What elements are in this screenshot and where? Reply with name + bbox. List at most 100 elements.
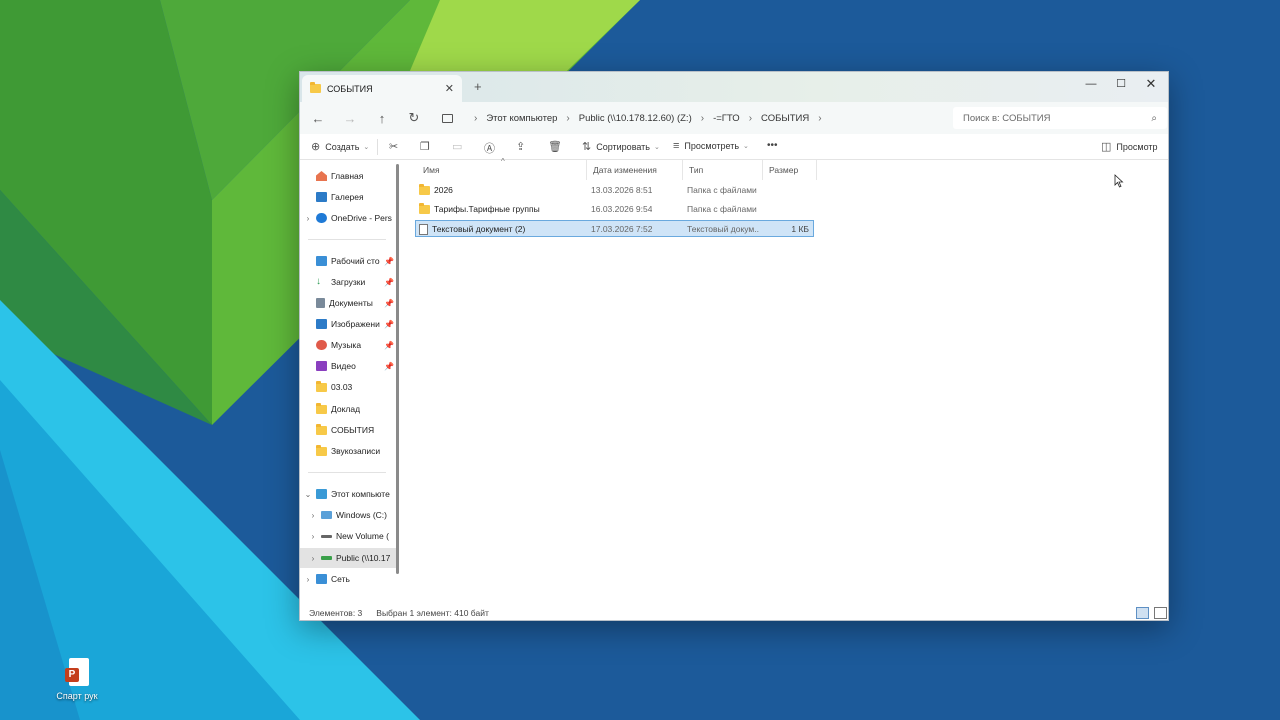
column-header-size[interactable]: Размер: [763, 160, 817, 180]
create-label: Создать: [325, 141, 360, 152]
pin-icon[interactable]: 📌: [384, 362, 394, 371]
column-header-date[interactable]: Дата изменения: [587, 160, 683, 180]
sidebar-item-network[interactable]: › Сеть: [300, 569, 396, 589]
desktop-icon-label: Спарт рук: [56, 691, 98, 701]
documents-icon: [316, 298, 325, 308]
preview-pane-button[interactable]: ◫ Просмотр: [1101, 140, 1158, 153]
new-tab-button[interactable]: +: [474, 79, 482, 94]
sidebar-item-this-pc[interactable]: ⌄ Этот компьюте: [300, 484, 396, 504]
music-icon: [316, 340, 327, 350]
create-button[interactable]: ⊕ Создать ⌄: [311, 140, 369, 153]
computer-icon: [442, 113, 453, 123]
column-header-name[interactable]: Имя: [417, 160, 587, 180]
details-view-button[interactable]: [1136, 607, 1149, 619]
maximize-button[interactable]: ☐: [1106, 74, 1136, 94]
powerpoint-file-icon: P: [65, 658, 89, 688]
sidebar-item-downloads[interactable]: ↓ Загрузки 📌: [300, 272, 396, 292]
chevron-right-icon[interactable]: ›: [305, 532, 321, 541]
view-button[interactable]: ≡ Просмотреть ⌄: [673, 140, 749, 152]
forward-arrow-icon[interactable]: →: [334, 111, 366, 126]
folder-icon: [316, 402, 327, 414]
sidebar-item-gallery[interactable]: Галерея: [300, 187, 396, 207]
chevron-right-icon[interactable]: ›: [818, 113, 821, 124]
sidebar-item-music[interactable]: Музыка 📌: [300, 335, 396, 355]
copy-icon[interactable]: ❐: [420, 140, 430, 153]
sidebar-scrollbar[interactable]: [396, 164, 399, 574]
address-bar: ← → ↑ ↻ › Этот компьютер › Public (\\10.…: [300, 102, 1168, 134]
sidebar-item-public-drive[interactable]: › Public (\\10.17: [300, 548, 396, 568]
tiles-view-button[interactable]: [1154, 607, 1167, 619]
sidebar-item-new-volume[interactable]: › New Volume (: [300, 526, 396, 546]
chevron-down-icon: ⌄: [743, 143, 749, 150]
chevron-right-icon[interactable]: ›: [300, 214, 316, 223]
breadcrumb[interactable]: › Этот компьютер › Public (\\10.178.12.6…: [438, 107, 946, 129]
mouse-cursor-icon: [1114, 174, 1124, 188]
selection-info: Выбран 1 элемент: 410 байт: [376, 608, 489, 618]
sort-button[interactable]: ⇅ Сортировать ⌄: [582, 140, 660, 153]
sort-label: Сортировать: [596, 141, 650, 152]
sidebar-item-sobytiya[interactable]: СОБЫТИЯ: [300, 420, 396, 440]
tab-close-icon[interactable]: ✕: [445, 82, 454, 95]
table-row-selected[interactable]: Текстовый документ (2) 17.03.2026 7:52 Т…: [415, 220, 814, 237]
table-row[interactable]: Тарифы.Тарифные группы 16.03.2026 9:54 П…: [415, 201, 814, 218]
chevron-right-icon[interactable]: ›: [474, 113, 477, 124]
close-button[interactable]: ✕: [1136, 74, 1166, 94]
sidebar-item-onedrive[interactable]: › OneDrive - Pers: [300, 208, 396, 228]
status-bar: Элементов: 3 Выбран 1 элемент: 410 байт: [300, 604, 1168, 620]
chevron-right-icon[interactable]: ›: [566, 113, 569, 124]
pin-icon[interactable]: 📌: [384, 341, 394, 350]
chevron-right-icon[interactable]: ›: [749, 113, 752, 124]
chevron-down-icon[interactable]: ⌄: [300, 490, 316, 499]
search-icon: ⌕: [1151, 112, 1157, 124]
chevron-right-icon[interactable]: ›: [305, 511, 321, 520]
sidebar-item-pictures[interactable]: Изображени 📌: [300, 314, 396, 334]
chevron-right-icon[interactable]: ›: [305, 554, 321, 563]
preview-label: Просмотр: [1116, 141, 1158, 152]
folder-icon: [316, 380, 327, 392]
table-row[interactable]: 2026 13.03.2026 8:51 Папка с файлами: [415, 182, 814, 199]
sidebar-item-desktop[interactable]: Рабочий сто 📌: [300, 251, 396, 271]
minimize-button[interactable]: —: [1076, 74, 1106, 94]
rename-icon[interactable]: Ⓐ: [484, 140, 495, 156]
column-header-type[interactable]: Тип: [683, 160, 763, 180]
refresh-icon[interactable]: ↻: [398, 110, 430, 126]
home-icon: [316, 171, 327, 181]
onedrive-cloud-icon: [316, 213, 327, 223]
pin-icon[interactable]: 📌: [384, 278, 394, 287]
desktop-icon-powerpoint[interactable]: P Спарт рук: [50, 658, 104, 701]
sidebar-item-zvukozapisi[interactable]: Звукозаписи: [300, 441, 396, 461]
breadcrumb-sobytiya[interactable]: СОБЫТИЯ: [761, 113, 809, 124]
sidebar-item-doklad[interactable]: Доклад: [300, 399, 396, 419]
navigation-pane: Главная Галерея › OneDrive - Pers Рабочи…: [300, 160, 400, 600]
network-drive-icon: [321, 556, 332, 560]
paste-icon[interactable]: ▭: [452, 140, 462, 153]
view-lines-icon: ≡: [673, 140, 680, 152]
breadcrumb-public-drive[interactable]: Public (\\10.178.12.60) (Z:): [579, 113, 692, 124]
file-date: 17.03.2026 7:52: [591, 224, 653, 234]
breadcrumb-gto[interactable]: -=ГТО: [713, 113, 740, 124]
file-type: Папка с файлами: [687, 204, 757, 214]
more-options-button[interactable]: •••: [767, 140, 778, 151]
pin-icon[interactable]: 📌: [384, 257, 394, 266]
search-input[interactable]: Поиск в: СОБЫТИЯ ⌕: [953, 107, 1167, 129]
sidebar-item-home[interactable]: Главная: [300, 166, 396, 186]
cut-icon[interactable]: ✂: [389, 140, 398, 153]
tab-sobytiya[interactable]: СОБЫТИЯ ✕: [302, 75, 462, 102]
delete-icon[interactable]: 🗑: [548, 140, 562, 153]
chevron-right-icon[interactable]: ›: [701, 113, 704, 124]
back-arrow-icon[interactable]: ←: [302, 111, 334, 126]
file-size: 1 КБ: [791, 224, 809, 234]
sidebar-item-03-03[interactable]: 03.03: [300, 377, 396, 397]
folder-icon: [419, 184, 430, 195]
gallery-icon: [316, 192, 327, 202]
sidebar-item-windows-c[interactable]: › Windows (C:): [300, 505, 396, 525]
pin-icon[interactable]: 📌: [384, 299, 394, 308]
network-icon: [316, 574, 327, 584]
sidebar-item-documents[interactable]: Документы 📌: [300, 293, 396, 313]
up-arrow-icon[interactable]: ↑: [366, 111, 398, 126]
sidebar-item-video[interactable]: Видео 📌: [300, 356, 396, 376]
pin-icon[interactable]: 📌: [384, 320, 394, 329]
share-icon[interactable]: ⇪: [516, 140, 525, 153]
breadcrumb-this-pc[interactable]: Этот компьютер: [486, 113, 557, 124]
chevron-right-icon[interactable]: ›: [300, 575, 316, 584]
